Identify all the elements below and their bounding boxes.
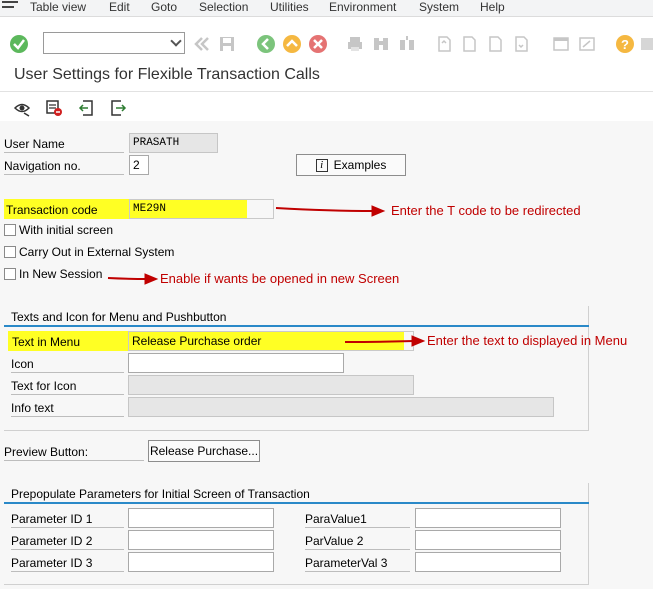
page-title: User Settings for Flexible Transaction C… xyxy=(14,66,320,83)
parameter-val-3-field[interactable] xyxy=(415,552,561,572)
application-toolbar xyxy=(0,93,653,121)
group-divider xyxy=(4,502,589,504)
label-underline xyxy=(305,571,410,572)
parameters-group-title: Prepopulate Parameters for Initial Scree… xyxy=(11,487,310,501)
label-underline xyxy=(11,416,124,417)
label-underline xyxy=(11,372,124,373)
chevron-down-icon[interactable] xyxy=(170,35,182,47)
previous-entry-icon[interactable] xyxy=(78,99,96,117)
label-underline xyxy=(11,571,124,572)
text-in-menu-field[interactable]: Release Purchase order xyxy=(128,331,414,351)
parameter-id-1-field[interactable] xyxy=(128,508,274,528)
with-initial-screen-checkbox[interactable] xyxy=(4,224,16,236)
help-icon[interactable]: ? xyxy=(616,35,634,53)
menu-environment[interactable]: Environment xyxy=(329,0,396,15)
info-text-label: Info text xyxy=(11,401,54,415)
examples-label: Examples xyxy=(333,158,387,172)
preview-button-label: Preview Button: xyxy=(4,445,89,459)
texts-group-title: Texts and Icon for Menu and Pushbutton xyxy=(11,310,227,324)
label-underline xyxy=(4,460,144,461)
icon-field[interactable] xyxy=(128,353,344,373)
menu-icon[interactable] xyxy=(2,1,18,14)
back-icon[interactable] xyxy=(257,35,275,53)
exit-icon[interactable] xyxy=(283,35,301,53)
carry-out-external-label: Carry Out in External System xyxy=(19,245,175,259)
session-annotation: Enable if wants be opened in new Screen xyxy=(160,271,400,286)
text-for-icon-field xyxy=(128,375,414,395)
print-icon xyxy=(346,35,364,53)
customize-icon[interactable] xyxy=(640,35,653,53)
menu-annotation: Enter the text to displayed in Menu xyxy=(427,333,628,348)
user-name-label: User Name xyxy=(4,137,65,151)
back-double-icon xyxy=(193,35,211,53)
text-in-menu-label: Text in Menu xyxy=(12,335,81,349)
tcode-annotation: Enter the T code to be redirected xyxy=(391,203,581,218)
parameter-id-3-field[interactable] xyxy=(128,552,274,572)
menu-selection[interactable]: Selection xyxy=(199,0,248,15)
menu-help[interactable]: Help xyxy=(480,0,505,15)
text-for-icon-label: Text for Icon xyxy=(11,379,77,393)
navigation-no-label: Navigation no. xyxy=(4,159,81,173)
menu-bar xyxy=(0,0,653,17)
label-underline xyxy=(305,549,410,550)
para-value-1-field[interactable] xyxy=(415,508,561,528)
info-text-field xyxy=(128,397,554,417)
para-value-1-label: ParaValue1 xyxy=(305,512,367,526)
menu-system[interactable]: System xyxy=(419,0,459,15)
carry-out-external-checkbox[interactable] xyxy=(4,246,16,258)
shortcut-icon xyxy=(578,35,596,53)
transaction-code-field[interactable]: ME29N xyxy=(129,199,274,219)
parameter-id-2-label: Parameter ID 2 xyxy=(11,534,93,548)
parameter-val-3-label: ParameterVal 3 xyxy=(305,556,388,570)
par-value-2-field[interactable] xyxy=(415,530,561,550)
parameter-id-1-label: Parameter ID 1 xyxy=(11,512,93,526)
command-field[interactable] xyxy=(43,32,185,54)
in-new-session-checkbox[interactable] xyxy=(4,268,16,280)
label-underline xyxy=(4,174,124,175)
menu-table-view[interactable]: Table view xyxy=(30,0,86,15)
menu-edit[interactable]: Edit xyxy=(109,0,130,15)
menu-utilities[interactable]: Utilities xyxy=(270,0,309,15)
display-change-icon[interactable] xyxy=(13,99,31,117)
preview-button[interactable]: Release Purchase... xyxy=(148,440,260,462)
menu-goto[interactable]: Goto xyxy=(151,0,177,15)
icon-label: Icon xyxy=(11,357,34,371)
label-underline xyxy=(11,394,124,395)
label-underline xyxy=(4,152,124,153)
svg-text:?: ? xyxy=(621,37,629,52)
group-divider xyxy=(4,325,589,327)
save-icon xyxy=(218,35,236,53)
info-icon: i xyxy=(315,159,328,173)
next-entry-icon[interactable] xyxy=(109,99,127,117)
transaction-code-label: Transaction code xyxy=(6,203,98,217)
enter-icon[interactable] xyxy=(10,35,28,53)
with-initial-screen-label: With initial screen xyxy=(19,223,114,237)
first-page-icon xyxy=(435,35,453,53)
new-session-icon xyxy=(552,35,570,53)
cancel-icon[interactable] xyxy=(309,35,327,53)
last-page-icon xyxy=(512,35,530,53)
navigation-no-field[interactable]: 2 xyxy=(129,155,149,175)
delete-icon[interactable] xyxy=(45,99,63,117)
user-name-field: PRASATH xyxy=(129,133,218,153)
next-page-icon xyxy=(486,35,504,53)
in-new-session-label: In New Session xyxy=(19,267,103,281)
label-underline xyxy=(11,527,124,528)
examples-button[interactable]: i Examples xyxy=(296,154,406,176)
label-underline xyxy=(305,527,410,528)
parameter-id-2-field[interactable] xyxy=(128,530,274,550)
find-icon xyxy=(372,35,390,53)
find-next-icon xyxy=(398,35,416,53)
label-underline xyxy=(11,549,124,550)
par-value-2-label: ParValue 2 xyxy=(305,534,364,548)
parameter-id-3-label: Parameter ID 3 xyxy=(11,556,93,570)
previous-page-icon xyxy=(460,35,478,53)
